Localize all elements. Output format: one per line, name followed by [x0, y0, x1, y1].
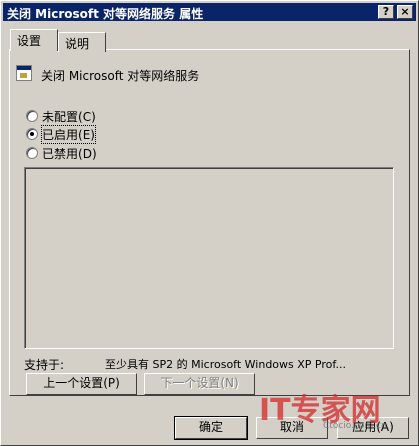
- option-disabled-label[interactable]: 已禁用(D): [42, 145, 97, 162]
- radio-disabled[interactable]: [26, 147, 38, 159]
- tab-settings-label: 设置: [17, 34, 42, 48]
- policy-name: 关闭 Microsoft 对等网络服务: [41, 69, 200, 83]
- properties-dialog: 关闭 Microsoft 对等网络服务 属性 ? × 设置 说明 关闭 Micr…: [0, 0, 419, 446]
- title-bar[interactable]: 关闭 Microsoft 对等网络服务 属性 ? ×: [3, 3, 416, 21]
- watermark-logo: IT专家网 Ctocio.com.cn: [259, 385, 409, 441]
- tab-settings[interactable]: 设置: [10, 29, 58, 51]
- supported-label: 支持于:: [24, 358, 65, 372]
- supported-value: 至少具有 SP2 的 Microsoft Windows XP Prof...: [105, 358, 346, 371]
- previous-setting-button[interactable]: 上一个设置(P): [26, 373, 137, 395]
- ok-button[interactable]: 确定: [174, 416, 248, 440]
- tab-explain[interactable]: 说明: [58, 32, 106, 52]
- help-button[interactable]: ?: [378, 5, 394, 19]
- option-enabled-label[interactable]: 已启用(E): [41, 125, 96, 144]
- radio-not-configured[interactable]: [26, 110, 38, 122]
- next-setting-button[interactable]: 下一个设置(N): [144, 373, 255, 395]
- window-title: 关闭 Microsoft 对等网络服务 属性: [7, 7, 204, 21]
- option-not-configured-label[interactable]: 未配置(C): [42, 108, 96, 125]
- close-button[interactable]: ×: [397, 5, 413, 19]
- settings-options-area[interactable]: [24, 167, 394, 349]
- policy-icon: [16, 65, 32, 81]
- watermark-site: Ctocio.com.cn: [323, 421, 387, 431]
- radio-enabled[interactable]: [26, 128, 38, 140]
- tab-explain-label: 说明: [65, 37, 90, 51]
